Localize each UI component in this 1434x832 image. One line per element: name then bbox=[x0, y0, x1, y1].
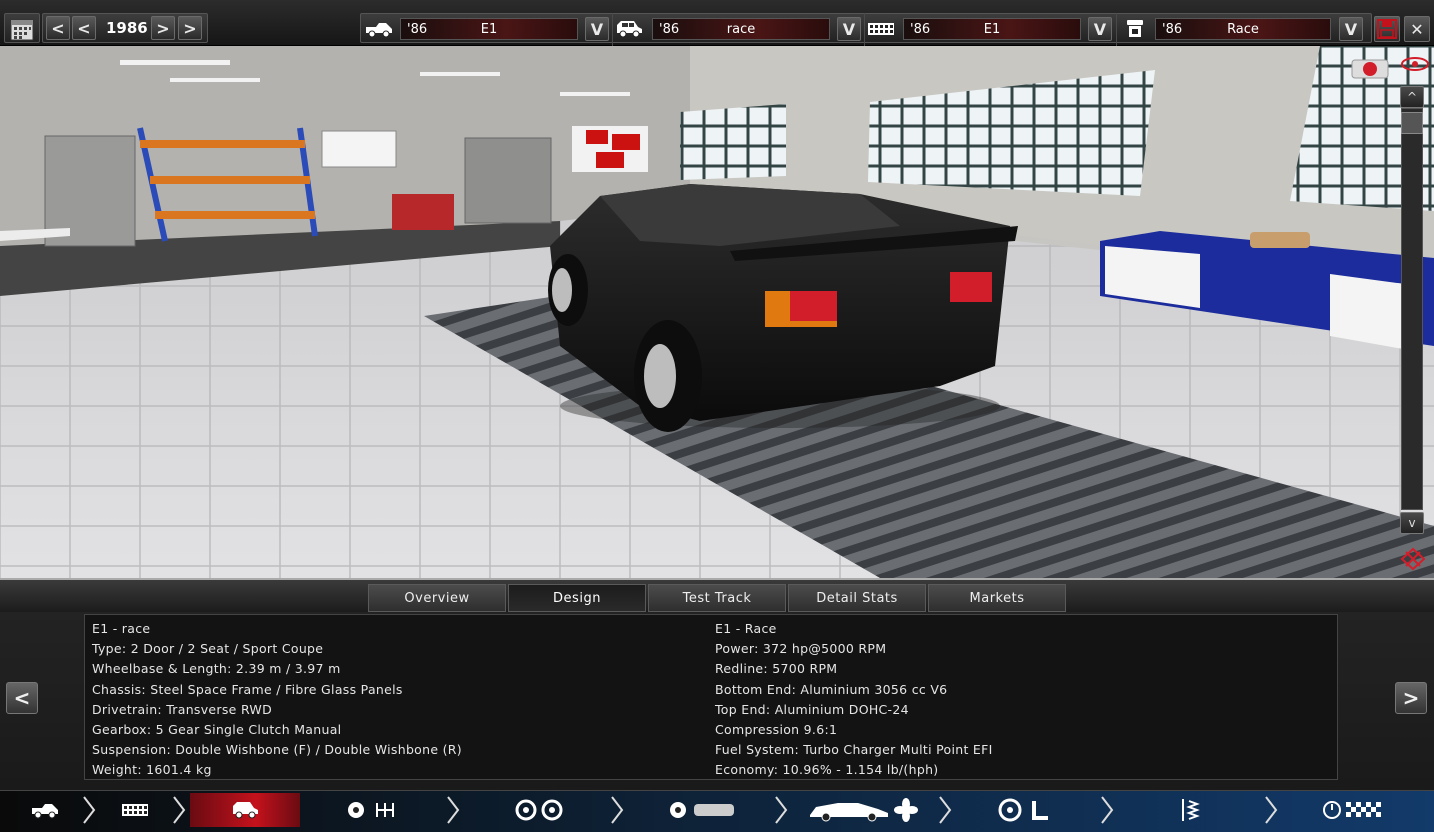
tab-design[interactable]: Design bbox=[508, 584, 646, 612]
car-model-dropdown-button[interactable]: V bbox=[585, 17, 609, 41]
wheels-icon bbox=[515, 799, 563, 821]
nav-gearbox[interactable] bbox=[340, 793, 410, 827]
car-model-icon bbox=[364, 17, 394, 41]
garage-render bbox=[0, 46, 1434, 578]
car-trim-dropdown-button[interactable]: V bbox=[837, 17, 861, 41]
car-chassis: Chassis: Steel Space Frame / Fibre Glass… bbox=[92, 681, 403, 697]
save-icon bbox=[1377, 19, 1397, 39]
tab-overview[interactable]: Overview bbox=[368, 584, 506, 612]
bottom-nav bbox=[0, 790, 1434, 832]
car-name: E1 - race bbox=[92, 621, 151, 636]
divider bbox=[1116, 13, 1117, 46]
chevron-right-icon bbox=[775, 796, 788, 824]
nav-chassis[interactable] bbox=[100, 793, 170, 827]
nav-testing[interactable] bbox=[1318, 793, 1388, 827]
reset-view-icon[interactable] bbox=[1398, 546, 1428, 572]
car-weight: Weight: 1601.4 kg bbox=[92, 762, 212, 778]
divider bbox=[612, 13, 613, 46]
car-suspension: Suspension: Double Wishbone (F) / Double… bbox=[92, 742, 462, 758]
scrollbar-thumb[interactable] bbox=[1401, 112, 1423, 134]
engine-variant-select[interactable]: '86 Race bbox=[1155, 18, 1331, 40]
tab-test-track[interactable]: Test Track bbox=[648, 584, 786, 612]
car-model-select[interactable]: '86 E1 bbox=[400, 18, 578, 40]
engine-fuel-system: Fuel System: Turbo Charger Multi Point E… bbox=[715, 742, 993, 758]
car-gearbox: Gearbox: 5 Gear Single Clutch Manual bbox=[92, 721, 342, 737]
chevron-right-icon bbox=[173, 796, 186, 824]
nav-aero[interactable] bbox=[805, 793, 920, 827]
car-type: Type: 2 Door / 2 Seat / Sport Coupe bbox=[92, 641, 324, 657]
testing-icon bbox=[1323, 801, 1381, 819]
engine-bottom-end: Bottom End: Aluminium 3056 cc V6 bbox=[715, 681, 948, 697]
engine-variant-dropdown-button[interactable]: V bbox=[1339, 17, 1363, 41]
nav-car-model[interactable] bbox=[10, 793, 80, 827]
camera-icon[interactable] bbox=[1350, 56, 1390, 80]
car-wheelbase: Wheelbase & Length: 2.39 m / 3.97 m bbox=[92, 661, 341, 677]
engine-icon bbox=[866, 17, 896, 41]
car-trim-icon bbox=[614, 17, 644, 41]
year-display: 1986 bbox=[106, 19, 148, 37]
nav-car-trim[interactable] bbox=[190, 793, 300, 827]
game-window: < < 1986 > > '86 E1 V '86 race V '86 E1 … bbox=[0, 0, 1434, 832]
engine-info-column: E1 - Race Power: 372 hp@5000 RPM Redline… bbox=[715, 619, 993, 781]
suspension-icon bbox=[1182, 799, 1200, 821]
tab-bar: Overview Design Test Track Detail Stats … bbox=[0, 578, 1434, 612]
car-trim-name: race bbox=[726, 21, 756, 37]
car-model-icon bbox=[32, 804, 58, 819]
scrollbar[interactable] bbox=[1401, 108, 1423, 510]
top-bar: < < 1986 > > '86 E1 V '86 race V '86 E1 … bbox=[0, 0, 1434, 46]
close-button[interactable]: ✕ bbox=[1404, 16, 1430, 42]
engine-compression: Compression 9.6:1 bbox=[715, 721, 838, 737]
engine-economy: Economy: 10.96% - 1.154 lb/(hph) bbox=[715, 762, 939, 778]
car-info-column: E1 - race Type: 2 Door / 2 Seat / Sport … bbox=[92, 619, 462, 781]
car-drivetrain: Drivetrain: Transverse RWD bbox=[92, 701, 273, 717]
engine-name: E1 - Race bbox=[715, 621, 777, 636]
interior-icon bbox=[998, 798, 1048, 822]
engine-variant-icon bbox=[1120, 17, 1150, 41]
next-page-button[interactable]: > bbox=[1395, 682, 1427, 714]
scroll-up-button[interactable]: ^ bbox=[1400, 86, 1424, 108]
chassis-icon bbox=[122, 804, 148, 816]
engine-name: E1 bbox=[983, 21, 1001, 37]
info-panel: E1 - race Type: 2 Door / 2 Seat / Sport … bbox=[84, 614, 1338, 780]
engine-select[interactable]: '86 E1 bbox=[903, 18, 1081, 40]
tab-detail-stats[interactable]: Detail Stats bbox=[788, 584, 926, 612]
garage-scene[interactable]: ^ v bbox=[0, 46, 1434, 578]
calendar-icon[interactable] bbox=[9, 16, 35, 42]
engine-power: Power: 372 hp@5000 RPM bbox=[715, 641, 887, 657]
engine-top-end: Top End: Aluminium DOHC-24 bbox=[715, 701, 909, 717]
tab-markets[interactable]: Markets bbox=[928, 584, 1066, 612]
chevron-right-icon bbox=[447, 796, 460, 824]
scroll-down-button[interactable]: v bbox=[1400, 512, 1424, 534]
engine-variant-name: Race bbox=[1227, 21, 1259, 37]
car-trim-select[interactable]: '86 race bbox=[652, 18, 830, 40]
engine-dropdown-button[interactable]: V bbox=[1088, 17, 1112, 41]
chevron-right-icon bbox=[939, 796, 952, 824]
chevron-right-icon bbox=[1101, 796, 1114, 824]
save-button[interactable] bbox=[1374, 16, 1400, 42]
car-model-name: E1 bbox=[480, 21, 498, 37]
engine-redline: Redline: 5700 RPM bbox=[715, 661, 838, 677]
nav-interior[interactable] bbox=[995, 793, 1055, 827]
nav-suspension[interactable] bbox=[1170, 793, 1210, 827]
car-trim-icon bbox=[233, 802, 258, 819]
chevron-right-icon bbox=[1265, 796, 1278, 824]
prev-year-fast-button[interactable]: < bbox=[72, 16, 96, 40]
chevron-right-icon bbox=[83, 796, 96, 824]
prev-page-button[interactable]: < bbox=[6, 682, 38, 714]
nav-wheels[interactable] bbox=[505, 793, 575, 827]
divider bbox=[864, 13, 865, 46]
gearbox-icon bbox=[348, 802, 394, 818]
eye-icon[interactable] bbox=[1400, 56, 1430, 72]
nav-body[interactable] bbox=[662, 793, 742, 827]
next-year-fast-button[interactable]: > bbox=[178, 16, 202, 40]
aero-icon bbox=[809, 798, 918, 822]
chevron-right-icon bbox=[611, 796, 624, 824]
next-year-button[interactable]: > bbox=[151, 16, 175, 40]
prev-year-button[interactable]: < bbox=[46, 16, 70, 40]
body-icon bbox=[670, 802, 734, 818]
